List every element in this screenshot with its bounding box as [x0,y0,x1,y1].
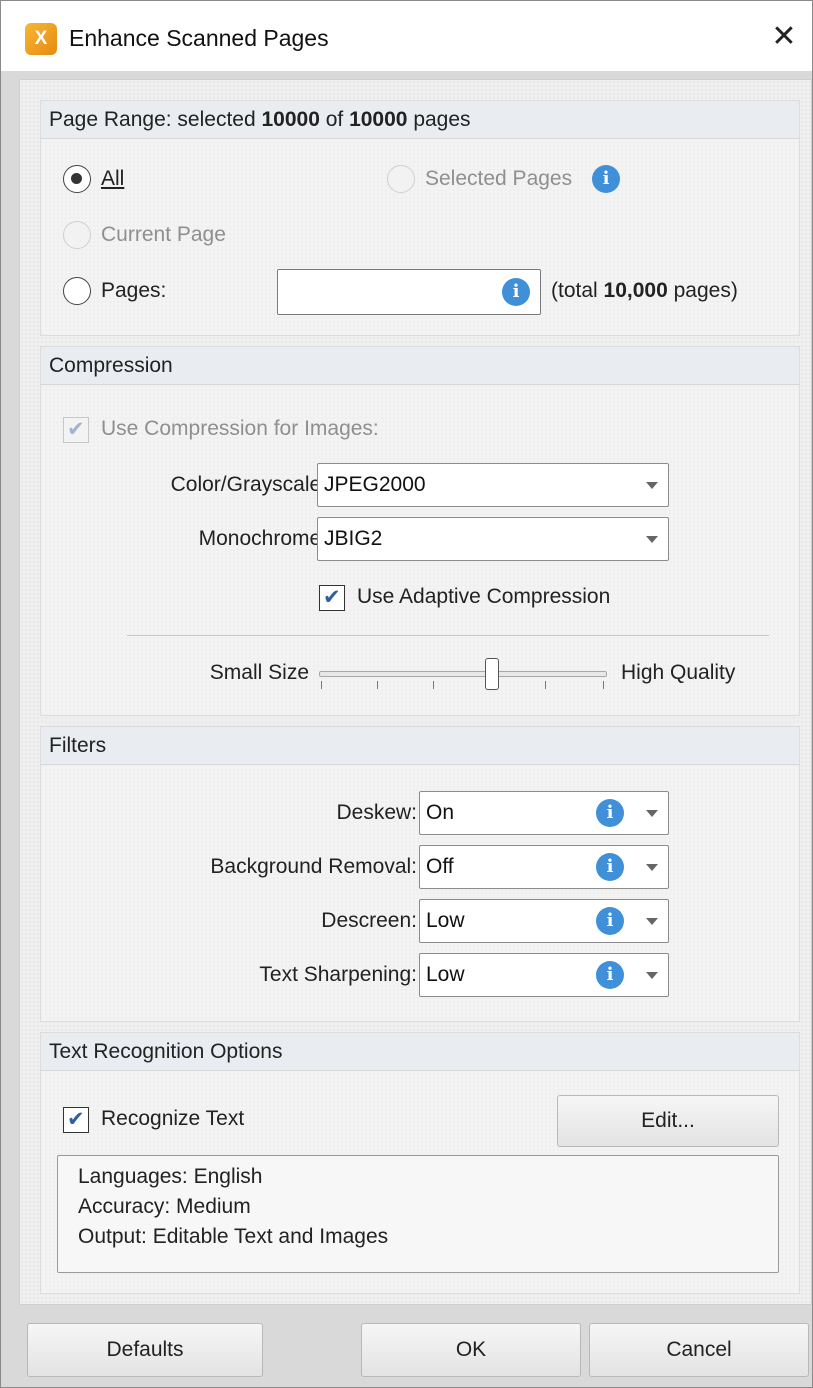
deskew-select[interactable]: On i [419,791,669,835]
page-range-total-count: 10000 [349,108,408,131]
chevron-down-icon [646,810,658,817]
slider-tick [545,681,546,689]
page-range-pages-suffix: pages [407,108,471,131]
summary-languages: Languages: English [78,1165,263,1188]
adaptive-compression-label[interactable]: Use Adaptive Compression [357,585,610,609]
descreen-select[interactable]: Low i [419,899,669,943]
quality-slider[interactable] [319,657,607,693]
slider-track [319,671,607,677]
info-icon[interactable]: i [502,278,530,306]
defaults-button-label: Defaults [106,1338,184,1361]
chevron-down-icon [646,972,658,979]
info-icon[interactable]: i [596,961,624,989]
radio-pages[interactable] [63,277,91,305]
total-pages-text: (total 10,000 pages) [551,279,738,303]
recognize-text-label[interactable]: Recognize Text [101,1107,244,1131]
background-removal-select[interactable]: Off i [419,845,669,889]
color-grayscale-value: JPEG2000 [324,473,426,496]
total-pages-value: 10,000 [603,279,668,302]
text-sharpening-value: Low [426,963,465,986]
slider-thumb[interactable] [484,658,499,690]
info-icon[interactable]: i [596,799,624,827]
text-sharpening-label: Text Sharpening: [259,963,417,986]
page-range-group: Page Range: selected 10000 of 10000 page… [40,100,800,336]
ok-button[interactable]: OK [361,1323,581,1377]
defaults-button[interactable]: Defaults [27,1323,263,1377]
radio-all-label[interactable]: All [101,167,124,191]
checkmark-icon: ✔ [67,1108,85,1131]
monochrome-select[interactable]: JBIG2 [317,517,669,561]
slider-tick [603,681,604,689]
monochrome-label: Monochrome: [198,527,327,550]
page-range-header: Page Range: selected 10000 of 10000 page… [41,101,799,139]
compression-divider [127,635,769,636]
radio-all[interactable] [63,165,91,193]
text-sharpening-select[interactable]: Low i [419,953,669,997]
filters-header: Filters [41,727,799,765]
ok-button-label: OK [455,1338,487,1361]
use-compression-checkbox[interactable]: ✔ [63,417,89,443]
small-size-label: Small Size [209,661,309,684]
radio-current-page[interactable] [63,221,91,249]
compression-group: Compression ✔ Use Compression for Images… [40,346,800,716]
total-pages-suffix: pages) [667,279,738,302]
color-grayscale-select[interactable]: JPEG2000 [317,463,669,507]
slider-tick [377,681,378,689]
chevron-down-icon [646,482,658,489]
descreen-value: Low [426,909,465,932]
radio-selected-pages-label[interactable]: Selected Pages [425,167,572,191]
color-grayscale-label: Color/Grayscale: [170,473,327,496]
pages-input[interactable]: i [277,269,541,315]
page-range-of-text: of [319,108,350,131]
close-icon[interactable]: ✕ [764,17,804,57]
compression-header: Compression [41,347,799,385]
high-quality-label: High Quality [621,661,736,684]
radio-pages-label[interactable]: Pages: [101,279,166,303]
use-compression-label[interactable]: Use Compression for Images: [101,417,379,441]
info-icon[interactable]: i [596,853,624,881]
summary-accuracy: Accuracy: Medium [78,1195,251,1218]
checkmark-icon: ✔ [323,586,341,609]
slider-tick [321,681,322,689]
page-range-selected-count: 10000 [261,108,320,131]
background-removal-value: Off [426,855,454,878]
chevron-down-icon [646,536,658,543]
filters-group: Filters Deskew: On i Background Removal:… [40,726,800,1022]
summary-output: Output: Editable Text and Images [78,1225,389,1248]
total-pages-prefix: (total [551,279,604,302]
slider-tick [433,681,434,689]
dialog-title: Enhance Scanned Pages [69,25,329,51]
info-icon[interactable]: i [592,165,620,193]
edit-button[interactable]: Edit... [557,1095,779,1147]
cancel-button[interactable]: Cancel [589,1323,809,1377]
deskew-label: Deskew: [336,801,417,824]
info-icon[interactable]: i [596,907,624,935]
recognition-summary: Languages: English Accuracy: Medium Outp… [57,1155,779,1273]
radio-selected-pages[interactable] [387,165,415,193]
descreen-label: Descreen: [321,909,417,932]
radio-all-label-text: All [101,167,125,190]
radio-current-page-label[interactable]: Current Page [101,223,226,247]
background-removal-label: Background Removal: [210,855,417,878]
adaptive-compression-checkbox[interactable]: ✔ [319,585,345,611]
pdf-xchange-icon: X [25,23,57,55]
text-recognition-header: Text Recognition Options [41,1033,799,1071]
title-bar: X Enhance Scanned Pages ✕ [1,1,812,71]
enhance-scanned-pages-dialog: X Enhance Scanned Pages ✕ Page Range: se… [0,0,813,1388]
deskew-value: On [426,801,455,824]
checkmark-icon: ✔ [67,418,85,441]
monochrome-value: JBIG2 [324,527,383,550]
dialog-content: Page Range: selected 10000 of 10000 page… [19,79,812,1305]
text-recognition-group: Text Recognition Options ✔ Recognize Tex… [40,1032,800,1294]
cancel-button-label: Cancel [666,1338,732,1361]
chevron-down-icon [646,864,658,871]
edit-button-label: Edit... [641,1109,695,1132]
chevron-down-icon [646,918,658,925]
page-range-header-prefix: Page Range: selected [49,108,262,131]
recognize-text-checkbox[interactable]: ✔ [63,1107,89,1133]
